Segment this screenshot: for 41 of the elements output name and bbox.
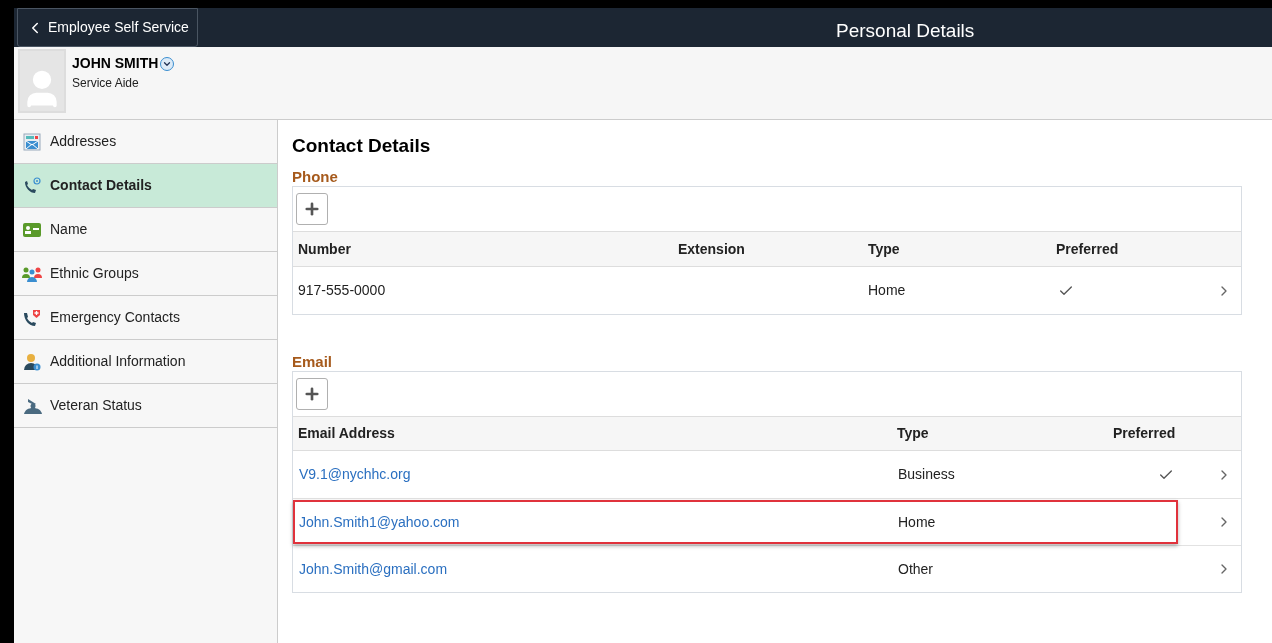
table-row[interactable]: John.Smith1@yahoo.com Home: [293, 498, 1241, 545]
table-cell-text: Home: [868, 281, 907, 300]
person-info-icon: [23, 352, 41, 371]
email-link[interactable]: John.Smith@gmail.com: [299, 558, 898, 580]
id-card-icon: [23, 221, 41, 238]
column-header: Type: [897, 424, 930, 443]
column-header: Type: [868, 239, 901, 259]
plus-icon: [303, 385, 321, 403]
section-title: Contact Details: [292, 134, 432, 158]
salute-figure-icon: [22, 397, 42, 414]
sidebar-item[interactable]: Veteran Status: [14, 384, 277, 428]
plus-icon: [303, 200, 321, 218]
sidebar-item[interactable]: Ethnic Groups: [14, 252, 277, 296]
address-card-icon: [23, 132, 41, 151]
add-button[interactable]: [296, 378, 328, 410]
back-button[interactable]: Employee Self Service: [17, 8, 198, 47]
email-link[interactable]: John.Smith1@yahoo.com: [299, 511, 898, 533]
phone-at-icon: [22, 176, 42, 195]
sidebar-item[interactable]: Name: [14, 208, 277, 252]
phone-heading: Phone: [292, 168, 339, 186]
sidebar-item[interactable]: Emergency Contacts: [14, 296, 277, 340]
email-heading: Email: [292, 353, 334, 371]
column-header: Extension: [678, 239, 746, 259]
sidebar-item[interactable]: Additional Information: [14, 340, 277, 384]
dropdown-icon[interactable]: [160, 56, 175, 71]
column-header: Number: [298, 239, 352, 259]
table-cell-text: 917-555-0000: [298, 281, 387, 300]
column-header: Email Address: [298, 424, 396, 443]
add-button[interactable]: [296, 193, 328, 225]
column-header: Preferred: [1113, 424, 1177, 443]
column-header: Preferred: [1056, 239, 1120, 259]
table-cell-text: Home: [898, 512, 937, 532]
email-link[interactable]: V9.1@nychhc.org: [299, 464, 898, 485]
employee-name: JOHN SMITH: [72, 54, 159, 73]
people-group-icon: [22, 265, 42, 282]
phone-plus-icon: [22, 308, 42, 327]
sidebar-item[interactable]: Contact Details: [14, 164, 277, 208]
job-title: Service Aide: [72, 75, 140, 92]
page-title: Personal Details: [836, 19, 975, 43]
table-cell-text: Business: [898, 465, 956, 484]
table-cell-text: Other: [898, 559, 934, 579]
